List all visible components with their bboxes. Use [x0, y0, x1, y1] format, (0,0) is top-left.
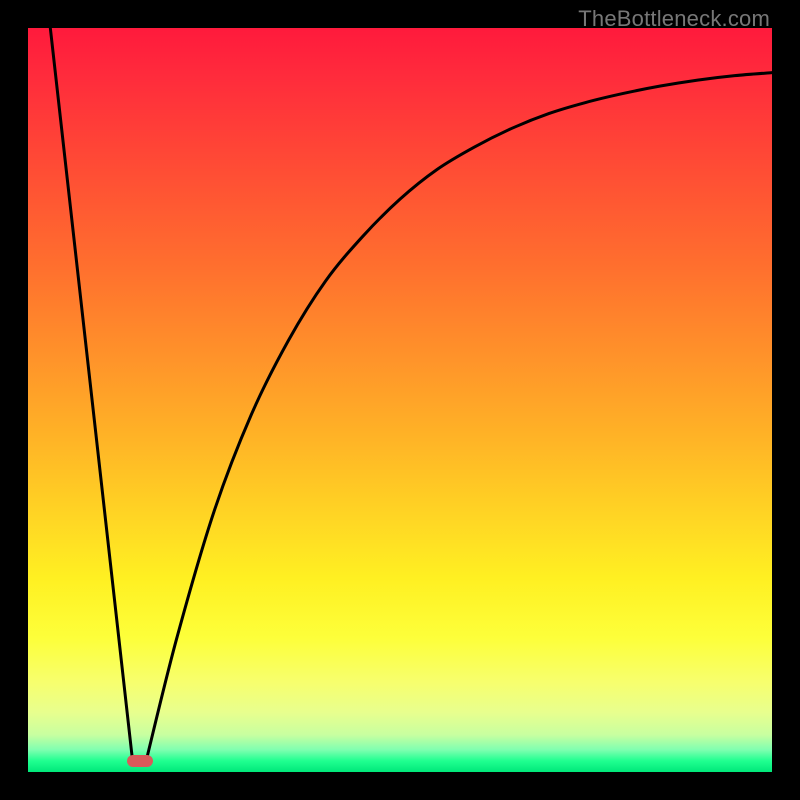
curve-left-branch [50, 28, 132, 757]
curve-right-branch [147, 73, 772, 757]
chart-frame: TheBottleneck.com [0, 0, 800, 800]
plot-area [28, 28, 772, 772]
bottleneck-marker [127, 755, 153, 767]
curve-layer [28, 28, 772, 772]
